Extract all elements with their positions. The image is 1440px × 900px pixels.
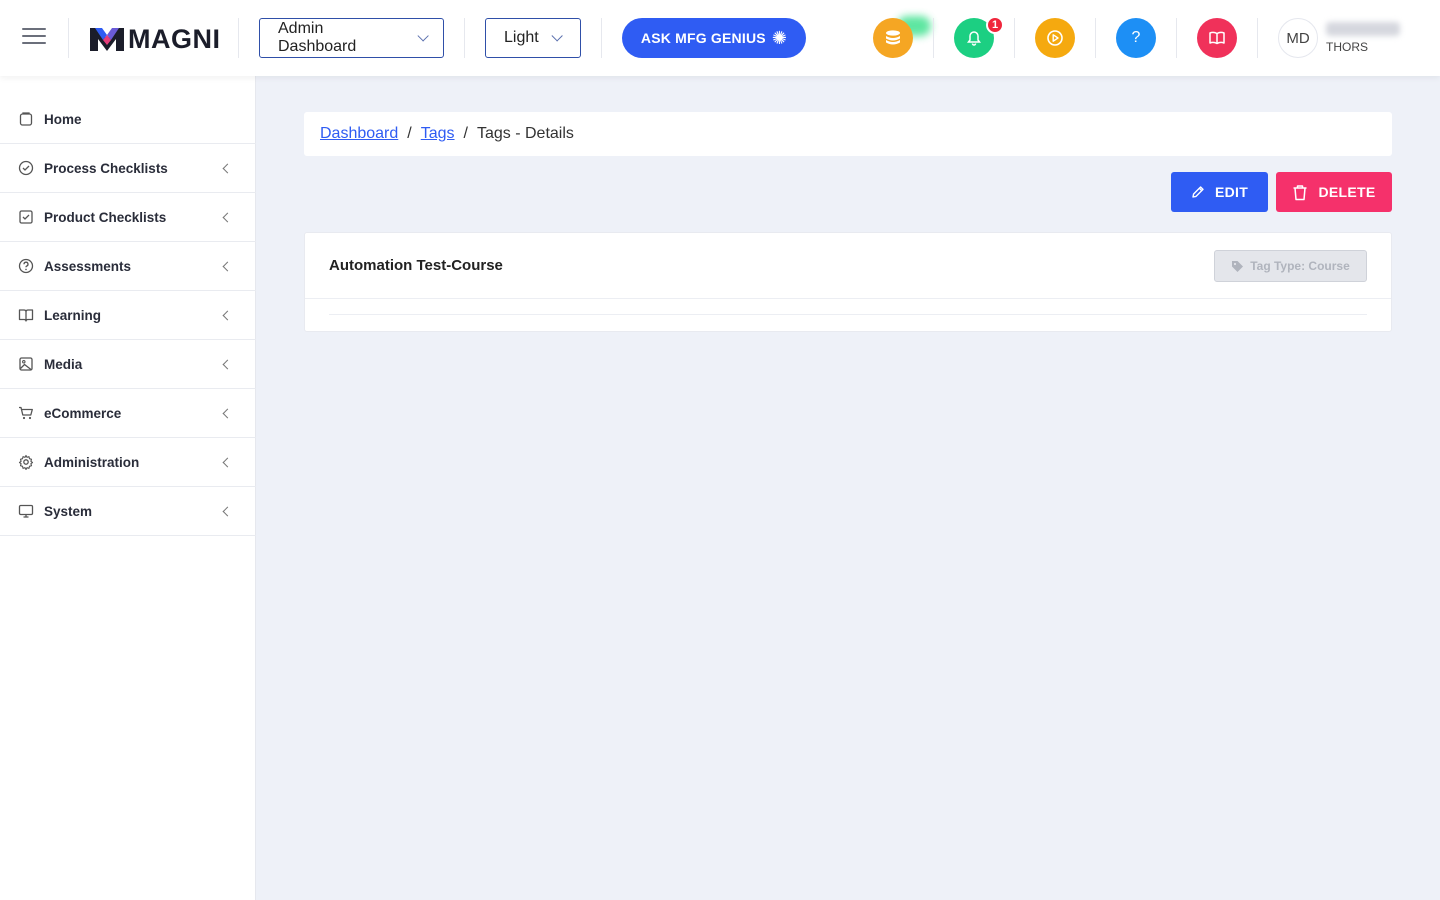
divider <box>238 18 239 58</box>
sidebar-item-label: Assessments <box>44 258 132 274</box>
pencil-icon <box>1192 186 1204 198</box>
video-button[interactable] <box>1035 18 1075 58</box>
chevron-left-icon <box>222 163 233 174</box>
divider <box>305 298 1391 299</box>
chevron-left-icon <box>222 261 233 272</box>
sidebar-item-label: Media <box>44 356 83 372</box>
coins-button[interactable] <box>873 18 913 58</box>
divider <box>464 18 465 58</box>
menu-toggle-icon[interactable] <box>22 28 46 48</box>
play-circle-icon <box>1047 30 1063 46</box>
delete-button-label: DELETE <box>1318 184 1376 200</box>
chevron-down-icon <box>551 30 563 42</box>
sidebar-item-label: Administration <box>44 454 140 470</box>
chevron-left-icon <box>222 212 233 223</box>
edit-button[interactable]: EDIT <box>1171 172 1268 212</box>
divider <box>1176 18 1177 58</box>
logo[interactable]: MAGNI <box>90 24 221 54</box>
divider <box>1014 18 1015 58</box>
sidebar-item-label: Home <box>44 111 82 127</box>
help-button[interactable]: ? <box>1116 18 1156 58</box>
sidebar-item-label: eCommerce <box>44 405 122 421</box>
breadcrumb-separator: / <box>407 125 412 142</box>
divider <box>601 18 602 58</box>
user-name-blurred <box>1326 22 1400 36</box>
theme-select[interactable]: Light <box>485 18 581 58</box>
divider <box>329 314 1367 315</box>
sidebar-item-media[interactable]: Media <box>0 340 256 389</box>
sidebar-item-label: System <box>44 503 93 519</box>
ask-button-label: ASK MFG GENIUS <box>640 30 766 46</box>
gear-icon <box>18 454 34 470</box>
check-square-icon <box>18 209 34 225</box>
home-icon <box>18 111 34 127</box>
dashboard-select[interactable]: Admin Dashboard <box>259 18 444 58</box>
trash-icon <box>1293 184 1307 200</box>
chevron-down-icon <box>417 30 429 42</box>
sidebar-item-process-checklists[interactable]: Process Checklists <box>0 144 256 193</box>
monitor-icon <box>18 503 34 519</box>
dashboard-select-value: Admin Dashboard <box>278 20 357 55</box>
logo-text: MAGNI <box>128 23 221 54</box>
question-icon: ? <box>1131 29 1141 46</box>
breadcrumb-separator: / <box>463 125 468 142</box>
coins-icon <box>886 30 900 45</box>
chevron-left-icon <box>222 408 233 419</box>
sidebar-item-label: Process Checklists <box>44 160 168 176</box>
theme-select-value: Light <box>504 29 539 46</box>
sidebar-item-system[interactable]: System <box>0 487 256 536</box>
image-icon <box>18 356 34 372</box>
magni-logo-icon <box>90 28 124 51</box>
tag-type-badge: Tag Type: Course <box>1214 250 1367 282</box>
sparkle-icon: ✺ <box>771 28 788 48</box>
breadcrumb: Dashboard / Tags / Tags - Details <box>304 112 1392 156</box>
question-circle-icon <box>18 258 34 274</box>
sidebar: Home Process Checklists Product Checklis… <box>0 76 256 900</box>
tag-details-card: Automation Test-Course Tag Type: Course <box>304 232 1392 332</box>
book-open-icon <box>18 307 34 323</box>
notifications-button[interactable]: 1 <box>954 16 1004 58</box>
sidebar-item-administration[interactable]: Administration <box>0 438 256 487</box>
top-header: MAGNI Admin Dashboard Light ASK MFG GENI… <box>0 0 1440 76</box>
tag-title: Automation Test-Course <box>329 257 503 274</box>
cart-icon <box>18 405 34 421</box>
check-circle-icon <box>18 160 34 176</box>
divider <box>1257 18 1258 58</box>
divider <box>933 18 934 58</box>
book-icon <box>1209 31 1225 45</box>
sidebar-item-label: Learning <box>44 307 102 323</box>
divider <box>1095 18 1096 58</box>
notification-count-badge: 1 <box>986 16 1004 34</box>
sidebar-item-learning[interactable]: Learning <box>0 291 256 340</box>
sidebar-item-product-checklists[interactable]: Product Checklists <box>0 193 256 242</box>
guide-button[interactable] <box>1197 18 1237 58</box>
breadcrumb-tags-link[interactable]: Tags <box>421 125 455 143</box>
breadcrumb-dashboard-link[interactable]: Dashboard <box>320 125 398 143</box>
chevron-left-icon <box>222 457 233 468</box>
tag-icon <box>1232 260 1244 272</box>
delete-button[interactable]: DELETE <box>1276 172 1392 212</box>
sidebar-item-ecommerce[interactable]: eCommerce <box>0 389 256 438</box>
bell-icon <box>967 31 981 46</box>
sidebar-item-assessments[interactable]: Assessments <box>0 242 256 291</box>
edit-button-label: EDIT <box>1214 184 1249 200</box>
tag-type-label: Tag Type: Course <box>1250 259 1350 273</box>
sidebar-item-label: Product Checklists <box>44 209 167 225</box>
avatar[interactable]: MD <box>1278 18 1318 58</box>
chevron-left-icon <box>222 506 233 517</box>
breadcrumb-current: Tags - Details <box>476 125 574 142</box>
chevron-left-icon <box>222 359 233 370</box>
sidebar-item-home[interactable]: Home <box>0 95 256 144</box>
user-org: THORS <box>1326 40 1368 54</box>
divider <box>68 18 69 58</box>
avatar-initials: MD <box>1286 29 1310 47</box>
ask-mfg-genius-button[interactable]: ASK MFG GENIUS ✺ <box>622 18 806 58</box>
chevron-left-icon <box>222 310 233 321</box>
